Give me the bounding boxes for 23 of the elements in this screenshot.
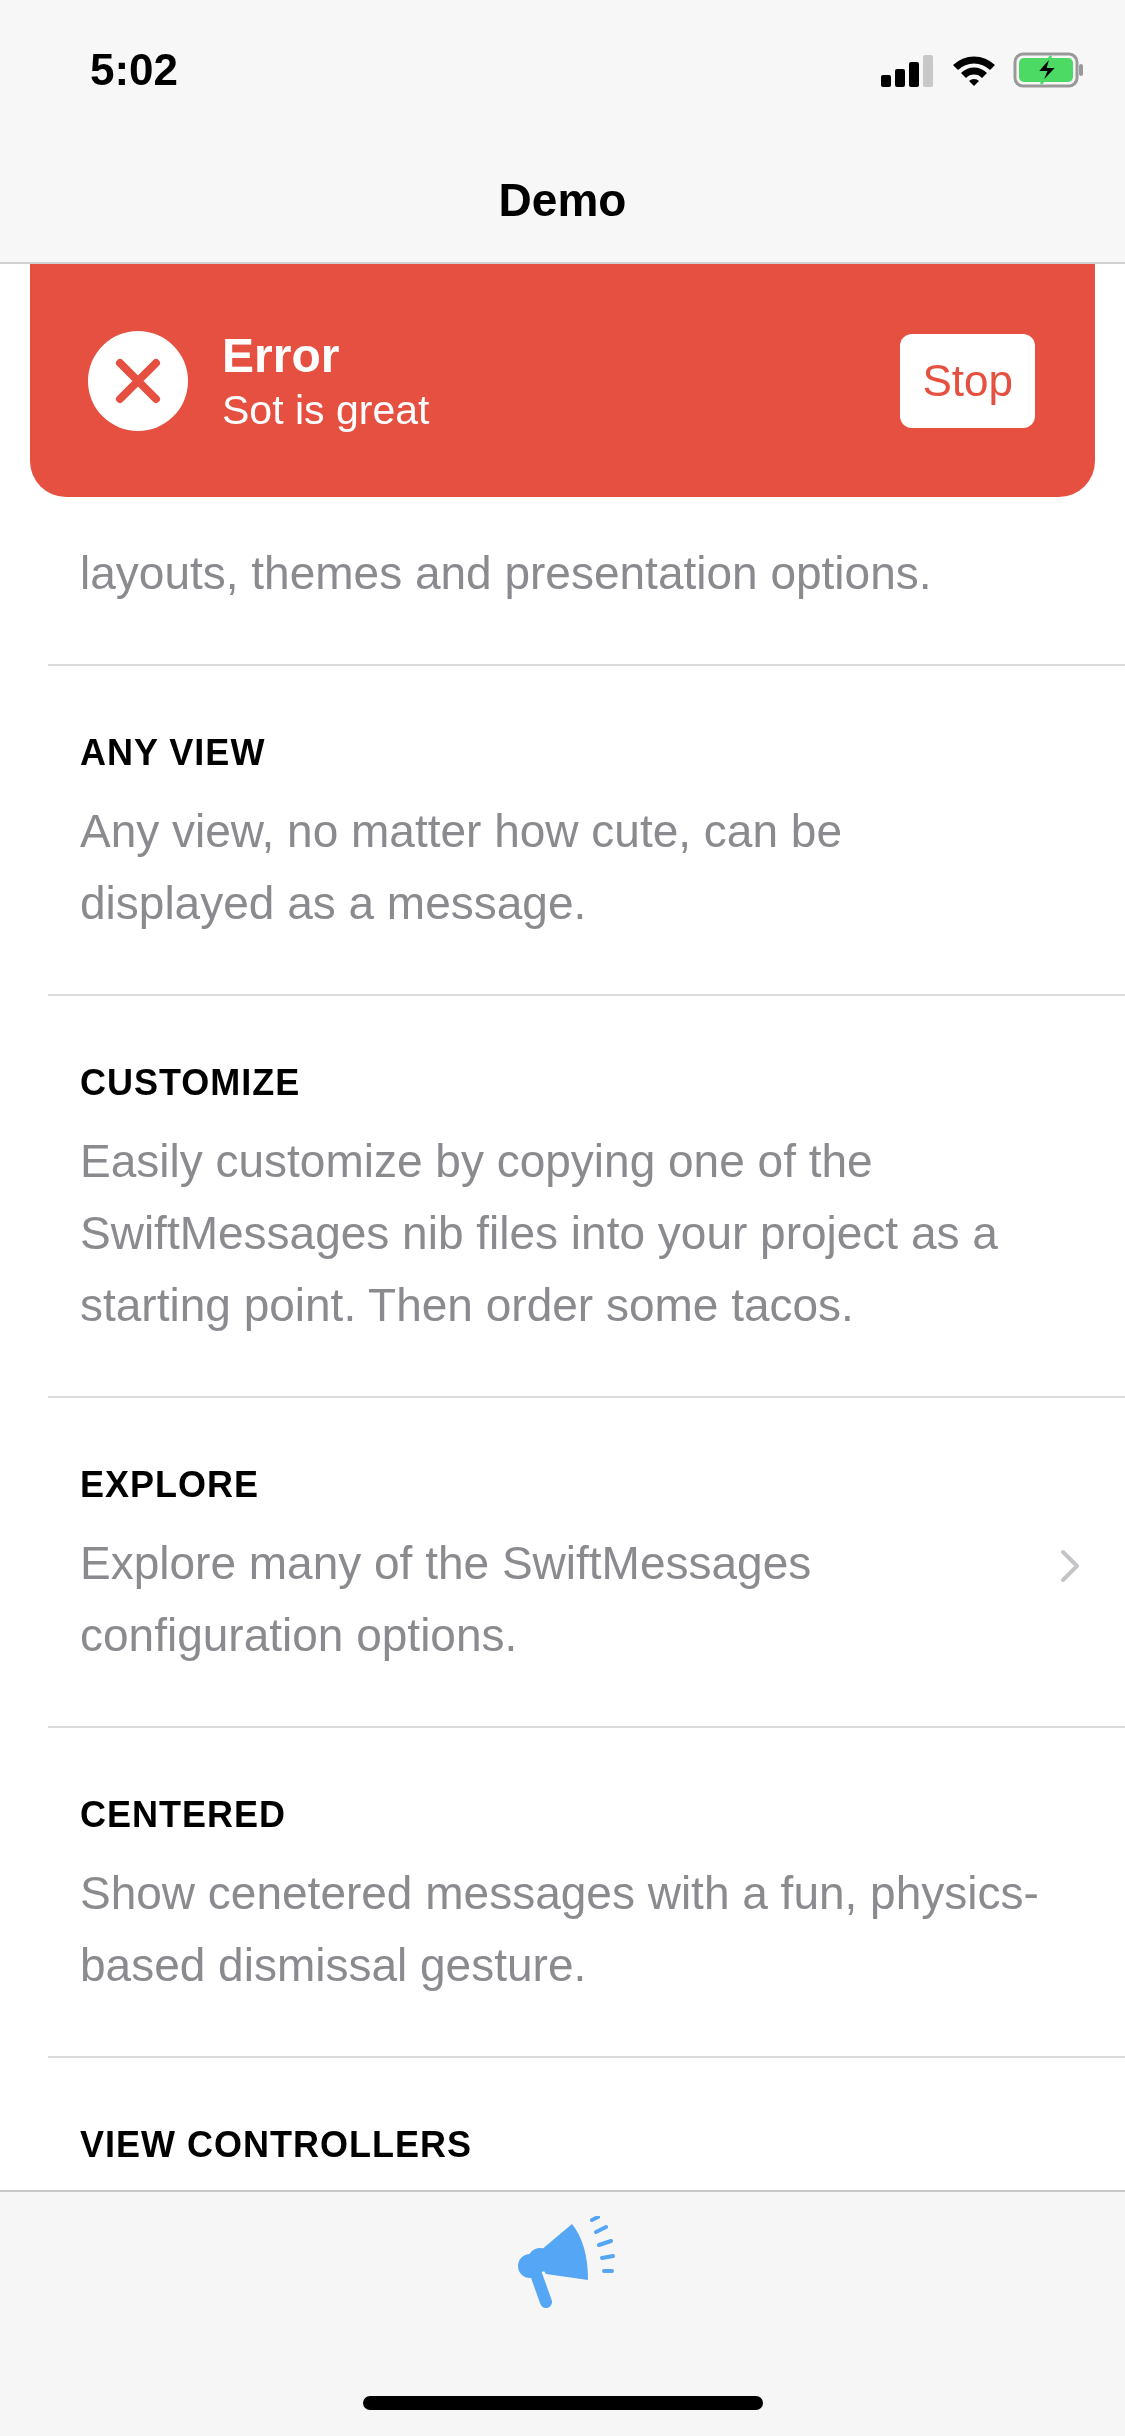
row-title: CUSTOMIZE: [80, 1061, 302, 1105]
row-title: ANY VIEW: [80, 731, 267, 775]
row-description: Easily customize by copying one of the SwiftMessages nib files into your project as a starting point. Then order some tacos.: [80, 1134, 999, 1333]
banner-message: Sot is great: [222, 386, 431, 434]
battery-charging-icon: [1013, 52, 1085, 88]
row-description: Show cenetered messages with a fun, physics-based dismissal gesture.: [80, 1866, 1040, 1993]
banner-title: Error: [222, 327, 341, 383]
list-row[interactable]: EXPLORE Explore many of the SwiftMessages configuration options.: [48, 1398, 1125, 1728]
stop-button[interactable]: Stop: [900, 333, 1035, 428]
list-row[interactable]: CENTERED Show cenetered messages with a fun, physics-based dismissal gesture.: [48, 1728, 1125, 2058]
row-description: layouts, themes and presentation options.: [80, 546, 933, 601]
signal-icon: [881, 53, 935, 87]
wifi-icon: [951, 53, 997, 87]
status-time: 5:02: [90, 45, 179, 95]
error-icon: [88, 330, 188, 431]
row-title: VIEW CONTROLLERS: [80, 2123, 473, 2167]
row-title: CENTERED: [80, 1793, 288, 1837]
row-description: Explore many of the SwiftMessages configuration options.: [80, 1536, 813, 1663]
nav-title: Demo: [498, 173, 627, 227]
row-title: EXPLORE: [80, 1463, 261, 1507]
row-description: Any view, no matter how cute, can be displayed as a message.: [80, 804, 843, 931]
list-row[interactable]: CUSTOMIZE Easily customize by copying one of the SwiftMessages nib files into your project as a starting point. Then order some tacos.: [48, 996, 1125, 1398]
list-row[interactable]: ANY VIEW Any view, no matter how cute, can be displayed as a message.: [48, 666, 1125, 996]
